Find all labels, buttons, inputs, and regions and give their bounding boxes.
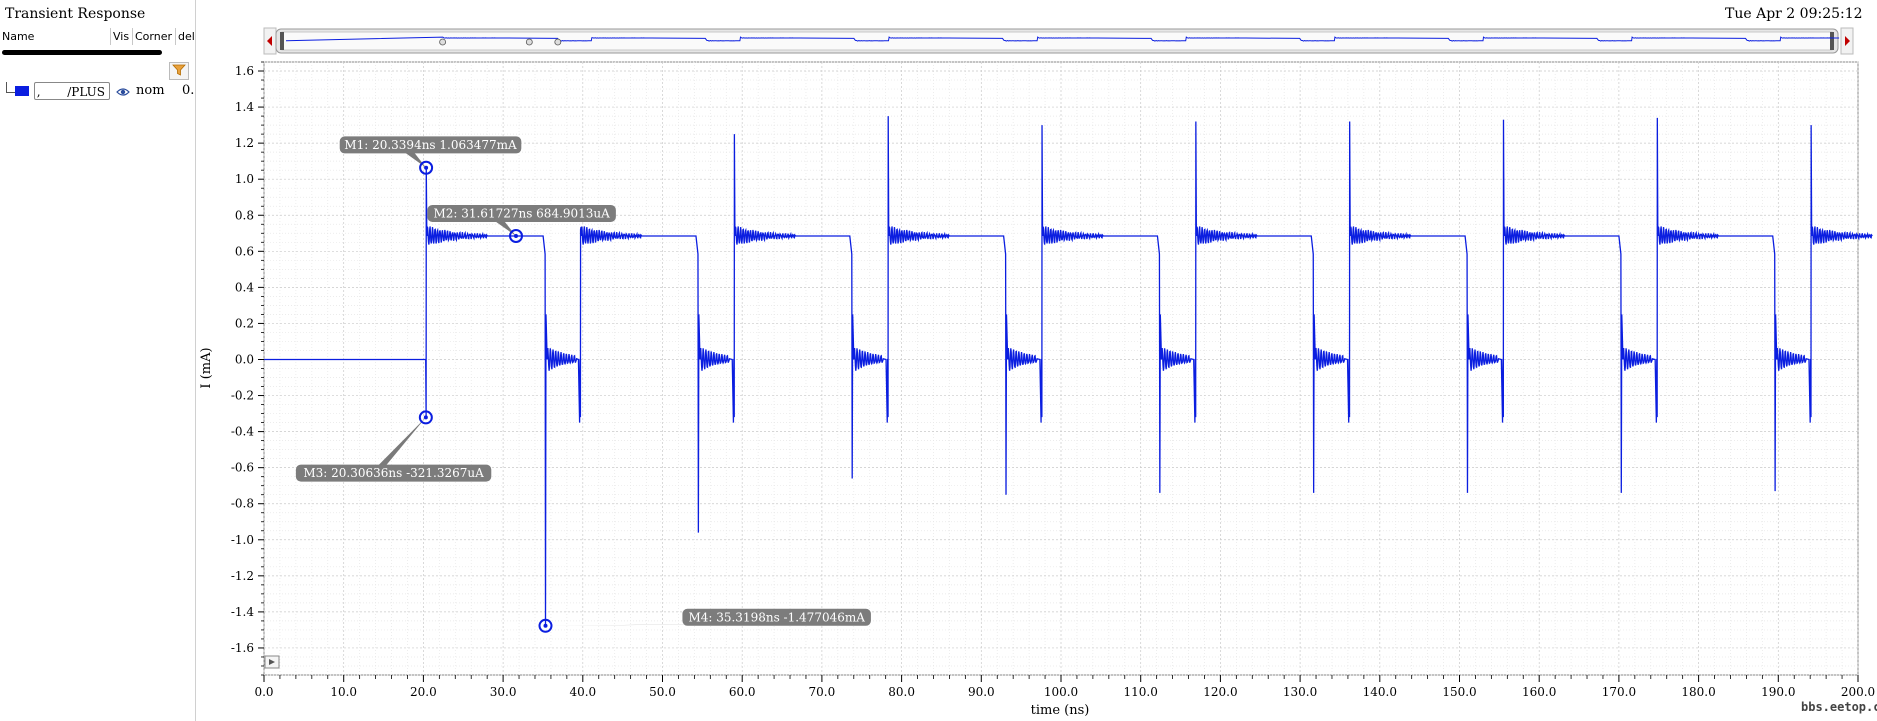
x-tick-label: 100.0 (1044, 685, 1078, 699)
marker-point-center (513, 234, 518, 239)
overview-marker (554, 38, 562, 46)
overview-marker (525, 38, 533, 46)
marker-label: M3: 20.30636ns -321.3267uA (303, 466, 484, 480)
x-axis-label: time (ns) (1031, 703, 1090, 718)
x-tick-label: 180.0 (1681, 685, 1715, 699)
x-tick-label: 190.0 (1761, 685, 1795, 699)
x-tick-label: 120.0 (1203, 685, 1237, 699)
y-tick-label: 1.0 (235, 172, 254, 186)
x-tick-label: 20.0 (410, 685, 437, 699)
x-tick-label: 80.0 (888, 685, 915, 699)
y-tick-label: -1.0 (231, 533, 254, 547)
x-tick-label: 140.0 (1363, 685, 1397, 699)
marker-point-center (423, 415, 428, 420)
x-axis: 0.0 10.0 20.0 30.0 40.0 50.0 60.0 70.0 80.0 90.0 1… (254, 675, 1875, 699)
y-tick-label: -1.4 (231, 605, 255, 619)
x-tick-label: 10.0 (330, 685, 357, 699)
x-tick-label: 200.0 (1841, 685, 1875, 699)
overview-marker (439, 38, 447, 46)
y-axis-label: I (mA) (199, 347, 214, 388)
y-tick-label: 1.6 (235, 64, 254, 78)
x-tick-label: 50.0 (649, 685, 676, 699)
marker-label: M2: 31.61727ns 684.9013uA (433, 206, 610, 220)
overview-scrollbar[interactable] (263, 27, 1854, 55)
y-tick-label: 1.2 (235, 136, 254, 150)
overview-left-handle[interactable] (280, 32, 284, 50)
x-tick-label: 90.0 (968, 685, 995, 699)
x-tick-label: 150.0 (1442, 685, 1476, 699)
x-tick-label: 110.0 (1124, 685, 1158, 699)
x-tick-label: 160.0 (1522, 685, 1556, 699)
x-tick-label: 170.0 (1602, 685, 1636, 699)
y-tick-label: -0.4 (231, 425, 255, 439)
x-tick-label: 30.0 (490, 685, 517, 699)
marker-point-center (543, 623, 548, 628)
x-tick-label: 0.0 (254, 685, 273, 699)
y-tick-label: -0.6 (231, 461, 254, 475)
overview-right-handle[interactable] (1830, 32, 1834, 50)
y-tick-label: -1.2 (231, 569, 254, 583)
x-tick-label: 130.0 (1283, 685, 1317, 699)
y-tick-label: 0.4 (235, 280, 254, 294)
y-tick-label: 1.4 (235, 100, 254, 114)
transient-plot: 1.6 1.4 1.2 1.0 0.8 0.6 0.4 0.2 0.0 -0.2 -0.4 -0.6 -… (199, 27, 1875, 718)
y-tick-label: -1.6 (231, 641, 254, 655)
marker-label: M1: 20.3394ns 1.063477mA (344, 138, 517, 152)
expand-button[interactable] (264, 655, 280, 669)
x-tick-label: 40.0 (569, 685, 596, 699)
marker-point-center (424, 165, 429, 170)
y-tick-label: -0.2 (231, 389, 254, 403)
y-tick-label: 0.0 (235, 352, 254, 366)
y-tick-label: 0.6 (235, 244, 254, 258)
y-axis: 1.6 1.4 1.2 1.0 0.8 0.6 0.4 0.2 0.0 -0.2 -0.4 -0.6 -… (231, 61, 264, 676)
y-tick-label: -0.8 (231, 497, 254, 511)
x-tick-label: 70.0 (809, 685, 836, 699)
x-tick-label: 60.0 (729, 685, 756, 699)
y-tick-label: 0.8 (235, 208, 254, 222)
y-tick-label: 0.2 (235, 316, 254, 330)
marker-label: M4: 35.3198ns -1.477046mA (688, 610, 865, 624)
